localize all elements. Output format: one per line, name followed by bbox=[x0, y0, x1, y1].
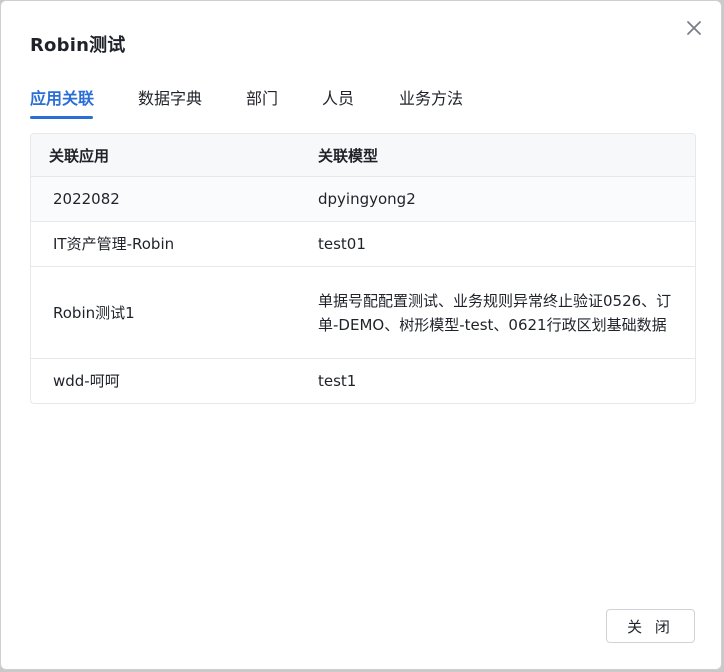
tab-department[interactable]: 部门 bbox=[246, 85, 278, 109]
cell-app: wdd-呵呵 bbox=[53, 372, 120, 390]
cell-model: test01 bbox=[318, 235, 366, 253]
tab-personnel[interactable]: 人员 bbox=[322, 85, 354, 109]
tab-data-dictionary[interactable]: 数据字典 bbox=[138, 85, 202, 109]
table-row: 2022082 dpyingyong2 bbox=[31, 177, 695, 222]
table-row: Robin测试1 单据号配配置测试、业务规则异常终止验证0526、订单-DEMO… bbox=[31, 267, 695, 359]
cell-model: 单据号配配置测试、业务规则异常终止验证0526、订单-DEMO、树形模型-tes… bbox=[318, 291, 672, 334]
cell-app: Robin测试1 bbox=[53, 303, 135, 322]
cell-app: 2022082 bbox=[53, 190, 120, 208]
table-row: IT资产管理-Robin test01 bbox=[31, 222, 695, 267]
dialog: Robin测试 应用关联 数据字典 部门 人员 业务方法 关联应用 关联模型 2… bbox=[0, 0, 722, 670]
cell-model: dpyingyong2 bbox=[318, 190, 416, 208]
cell-model: test1 bbox=[318, 372, 357, 390]
dialog-title: Robin测试 bbox=[30, 35, 126, 56]
tab-business-methods[interactable]: 业务方法 bbox=[399, 85, 463, 109]
active-tab-indicator bbox=[30, 116, 93, 119]
table-header: 关联应用 关联模型 bbox=[31, 134, 695, 177]
cell-app: IT资产管理-Robin bbox=[53, 235, 175, 253]
association-table: 关联应用 关联模型 2022082 dpyingyong2 IT资产管理-Rob… bbox=[30, 133, 696, 404]
close-icon[interactable] bbox=[683, 17, 705, 39]
close-button[interactable]: 关 闭 bbox=[606, 609, 695, 643]
header-associated-app: 关联应用 bbox=[49, 146, 110, 165]
tab-app-association[interactable]: 应用关联 bbox=[30, 85, 94, 109]
header-associated-model: 关联模型 bbox=[318, 146, 379, 165]
table-row: wdd-呵呵 test1 bbox=[31, 359, 695, 403]
